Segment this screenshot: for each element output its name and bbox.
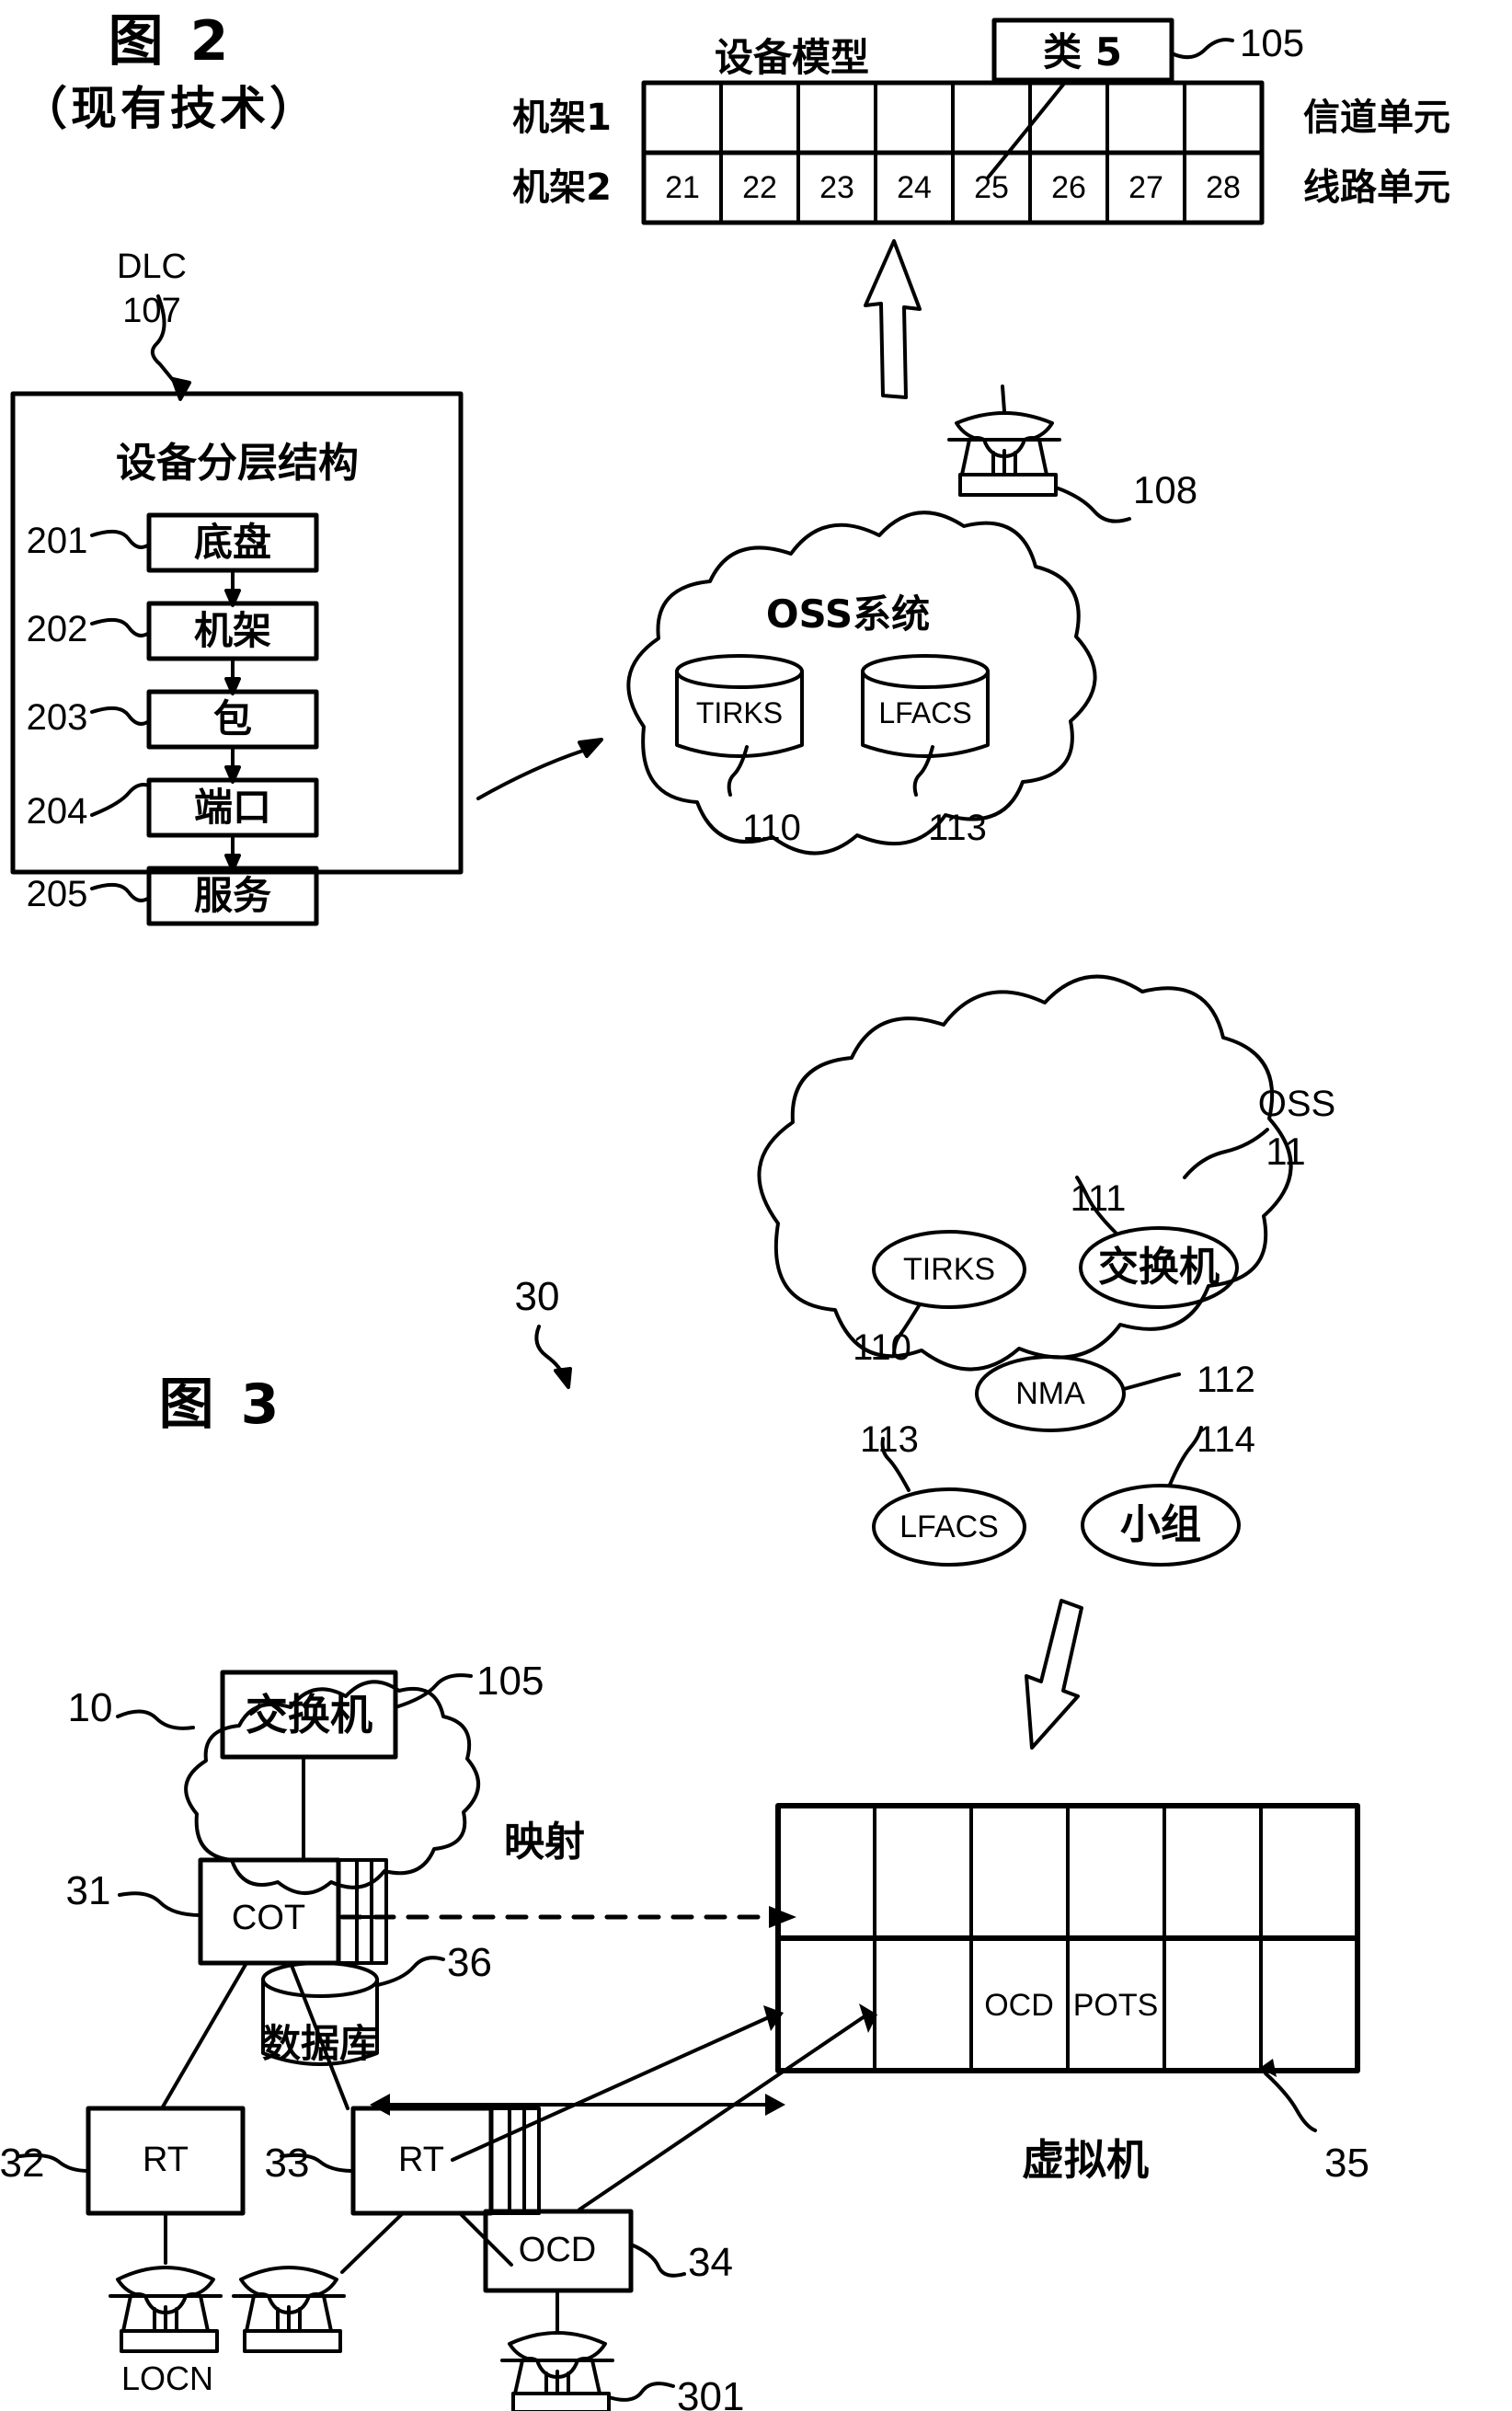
locn-label: LOCN (120, 2359, 214, 2397)
switch-box-label: 交换机 (246, 1690, 372, 1739)
ref-204: 204 (26, 791, 88, 832)
equipment-model-title: 设备模型 (714, 35, 870, 80)
oss-node-lfacs: LFACS (899, 1510, 999, 1544)
ref-112-nma: 112 (1197, 1360, 1255, 1400)
table-cell: 25 (974, 170, 1009, 205)
ocd-box-label: OCD (518, 2231, 597, 2269)
tirks-db-label: TIRKS (695, 696, 784, 729)
ref-11-oss: 11 (1266, 1130, 1306, 1173)
table-cell: 28 (1206, 170, 1241, 205)
oss-cloud-label: OSS (1257, 1084, 1336, 1124)
mapping-label: 映射 (504, 1819, 585, 1866)
table-cell: 26 (1051, 170, 1086, 205)
channel-unit-label: 信道单元 (1303, 97, 1450, 139)
hierarchy-port: 端口 (193, 785, 272, 830)
hierarchy-package: 包 (212, 696, 253, 741)
ref-301-telephone: 301 (677, 2374, 745, 2411)
vm-cell-pots: POTS (1072, 1988, 1159, 2023)
figure-2-title: 图 2 (108, 9, 233, 74)
ref-201: 201 (26, 521, 88, 561)
table-cell: 22 (742, 170, 777, 205)
ref-105-fig3: 105 (476, 1659, 544, 1704)
figure-line-art (10, 17, 1360, 2411)
oss-system-title: OSS系统 (765, 591, 931, 637)
ref-35-vm: 35 (1324, 2141, 1369, 2186)
hierarchy-chassis: 底盘 (193, 520, 272, 565)
ref-110-fig3: 110 (853, 1327, 911, 1368)
hierarchy-rack: 机架 (193, 608, 272, 653)
rt-33-label: RT (398, 2141, 444, 2179)
ref-36-database: 36 (447, 1940, 492, 1985)
rack-1-label: 机架1 (512, 97, 612, 139)
ref-32-rt: 32 (0, 2141, 45, 2186)
table-cell: 23 (819, 170, 854, 205)
lfacs-db-label: LFACS (878, 696, 972, 729)
ref-113-fig3: 113 (860, 1419, 919, 1460)
line-unit-label: 线路单元 (1303, 166, 1450, 209)
ref-34-ocd: 34 (688, 2240, 733, 2285)
ref-202: 202 (26, 609, 88, 649)
oss-node-tirks: TIRKS (902, 1252, 996, 1287)
ref-107-dlc: 107 (122, 292, 181, 330)
ref-203: 203 (26, 697, 88, 738)
cot-box-label: COT (231, 1899, 306, 1937)
vm-cell-ocd: OCD (984, 1988, 1054, 2023)
ref-114-group: 114 (1197, 1419, 1255, 1460)
ref-33-rt: 33 (264, 2141, 310, 2186)
ref-105-fig2: 105 (1240, 21, 1305, 64)
oss-node-switch: 交换机 (1098, 1244, 1220, 1291)
hierarchy-service: 服务 (193, 873, 272, 918)
patent-figure-page: 图 2 （现有技术） 类 5 105 设备模型 机架1 机架2 信道单元 线路单… (0, 0, 1512, 2411)
ref-110-fig2: 110 (742, 808, 801, 848)
figure-2-subtitle: （现有技术） (21, 82, 319, 135)
equipment-hierarchy-title: 设备分层结构 (116, 440, 359, 487)
rack-2-label: 机架2 (512, 166, 612, 209)
oss-node-group: 小组 (1120, 1501, 1201, 1548)
ref-113-fig2: 113 (928, 808, 987, 848)
dlc-label: DLC (116, 247, 188, 286)
class-5-box-label: 类 5 (1043, 29, 1122, 75)
ref-31-cot: 31 (65, 1868, 111, 1913)
ref-111-switch: 111 (1070, 1178, 1127, 1219)
ref-10-cloud: 10 (67, 1685, 113, 1730)
oss-node-nma: NMA (1015, 1376, 1085, 1411)
ref-30: 30 (514, 1274, 560, 1319)
rt-32-label: RT (143, 2141, 189, 2179)
table-cell: 21 (665, 170, 700, 205)
figure-3-title: 图 3 (158, 1372, 283, 1437)
virtual-machine-label: 虚拟机 (1022, 2135, 1149, 2185)
table-cell: 27 (1128, 170, 1163, 205)
database-label: 数据库 (261, 2021, 379, 2066)
ref-205: 205 (26, 874, 88, 914)
table-cell: 24 (897, 170, 932, 205)
ref-108-telephone: 108 (1133, 468, 1198, 511)
